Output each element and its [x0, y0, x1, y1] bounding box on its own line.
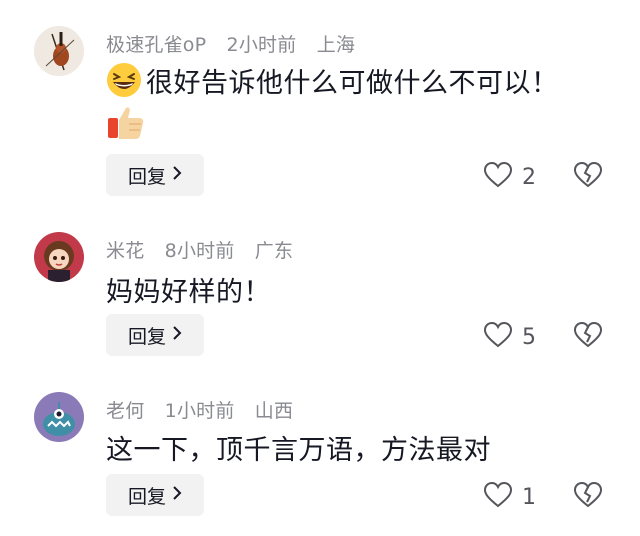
like-count: 2 [522, 164, 536, 190]
heart-outline-icon [483, 481, 513, 512]
dislike-button[interactable] [573, 481, 603, 512]
broken-heart-icon [573, 321, 603, 352]
broken-heart-icon [573, 161, 603, 192]
avatar-violin[interactable] [34, 26, 84, 76]
chevron-right-icon [172, 164, 182, 185]
avatar-monster[interactable] [34, 392, 84, 442]
heart-outline-icon [483, 161, 513, 192]
reply-button[interactable]: 回复 [106, 314, 204, 356]
like-button[interactable]: 1 [483, 481, 536, 512]
username[interactable]: 老何 [106, 400, 144, 422]
like-button[interactable]: 2 [483, 161, 536, 192]
reply-button[interactable]: 回复 [106, 154, 204, 196]
location: 广东 [254, 240, 294, 262]
thumbs-up-icon [107, 104, 145, 144]
heart-outline-icon [483, 321, 513, 352]
like-count: 5 [522, 324, 536, 350]
grinning-squinting-face-icon [106, 62, 142, 105]
dislike-button[interactable] [573, 161, 603, 192]
chevron-right-icon [172, 484, 182, 505]
avatar-cartoon-girl[interactable] [34, 232, 84, 282]
reply-label: 回复 [127, 325, 166, 348]
comment-text: 很好告诉他什么可做什么不可以！ [106, 61, 559, 105]
timestamp: 1小时前 [164, 400, 235, 422]
comment-meta: 老何 1小时前 山西 [106, 396, 307, 423]
reply-label: 回复 [127, 485, 166, 508]
like-button[interactable]: 5 [483, 321, 536, 352]
comment-text-content: 很好告诉他什么可做什么不可以！ [146, 68, 559, 99]
comment-meta: 极速孔雀oP 2小时前 上海 [106, 30, 369, 57]
username[interactable]: 米花 [106, 240, 144, 262]
comment-meta: 米花 8小时前 广东 [106, 236, 307, 263]
comment-text: 妈妈好样的！ [106, 277, 271, 308]
location: 山西 [254, 400, 294, 422]
reply-label: 回复 [127, 165, 166, 188]
dislike-button[interactable] [573, 321, 603, 352]
comment-text: 这一下，顶千言万语，方法最对 [106, 435, 491, 466]
username[interactable]: 极速孔雀oP [106, 34, 206, 56]
timestamp: 8小时前 [164, 240, 235, 262]
timestamp: 2小时前 [226, 34, 297, 56]
location: 上海 [316, 34, 356, 56]
reply-button[interactable]: 回复 [106, 474, 204, 516]
chevron-right-icon [172, 324, 182, 345]
like-count: 1 [522, 484, 536, 510]
broken-heart-icon [573, 481, 603, 512]
